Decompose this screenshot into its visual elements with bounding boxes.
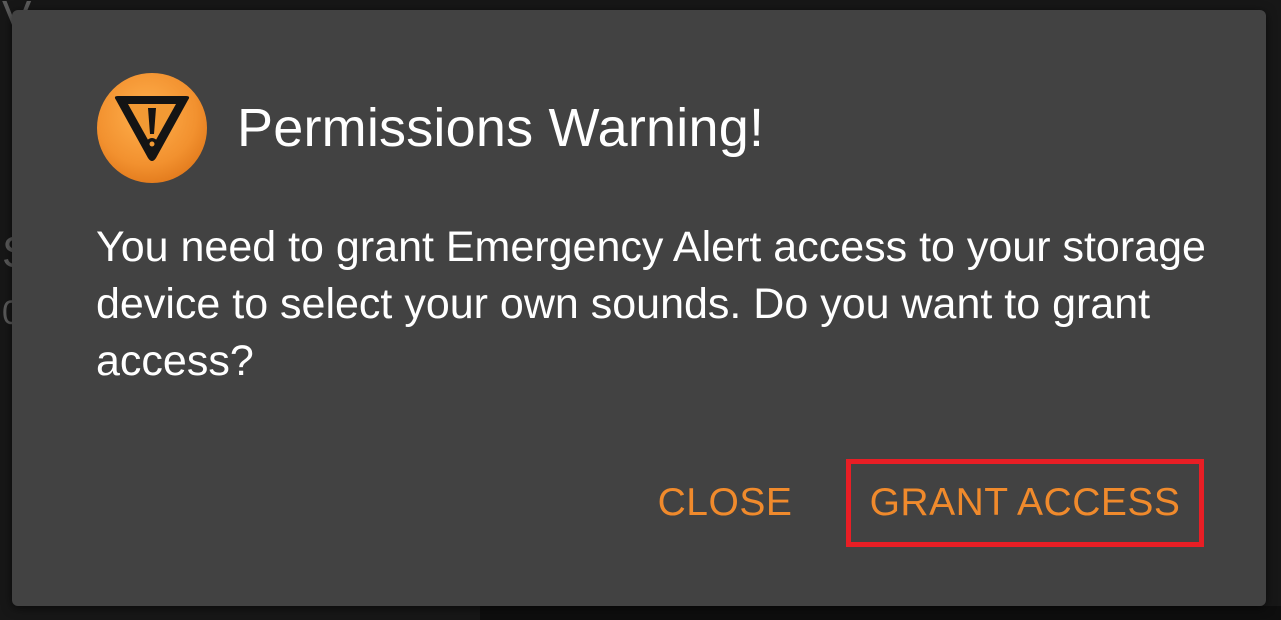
background-bar [480, 606, 1281, 620]
permissions-dialog: Permissions Warning! You need to grant E… [12, 10, 1266, 606]
grant-access-button[interactable]: GRANT ACCESS [846, 459, 1204, 547]
warning-triangle-icon [97, 73, 207, 183]
dialog-message: You need to grant Emergency Alert access… [96, 223, 1206, 385]
dialog-header: Permissions Warning! [96, 72, 764, 184]
dialog-title: Permissions Warning! [237, 98, 765, 158]
dialog-actions: CLOSE GRANT ACCESS [12, 459, 1266, 547]
close-button[interactable]: CLOSE [640, 459, 810, 547]
